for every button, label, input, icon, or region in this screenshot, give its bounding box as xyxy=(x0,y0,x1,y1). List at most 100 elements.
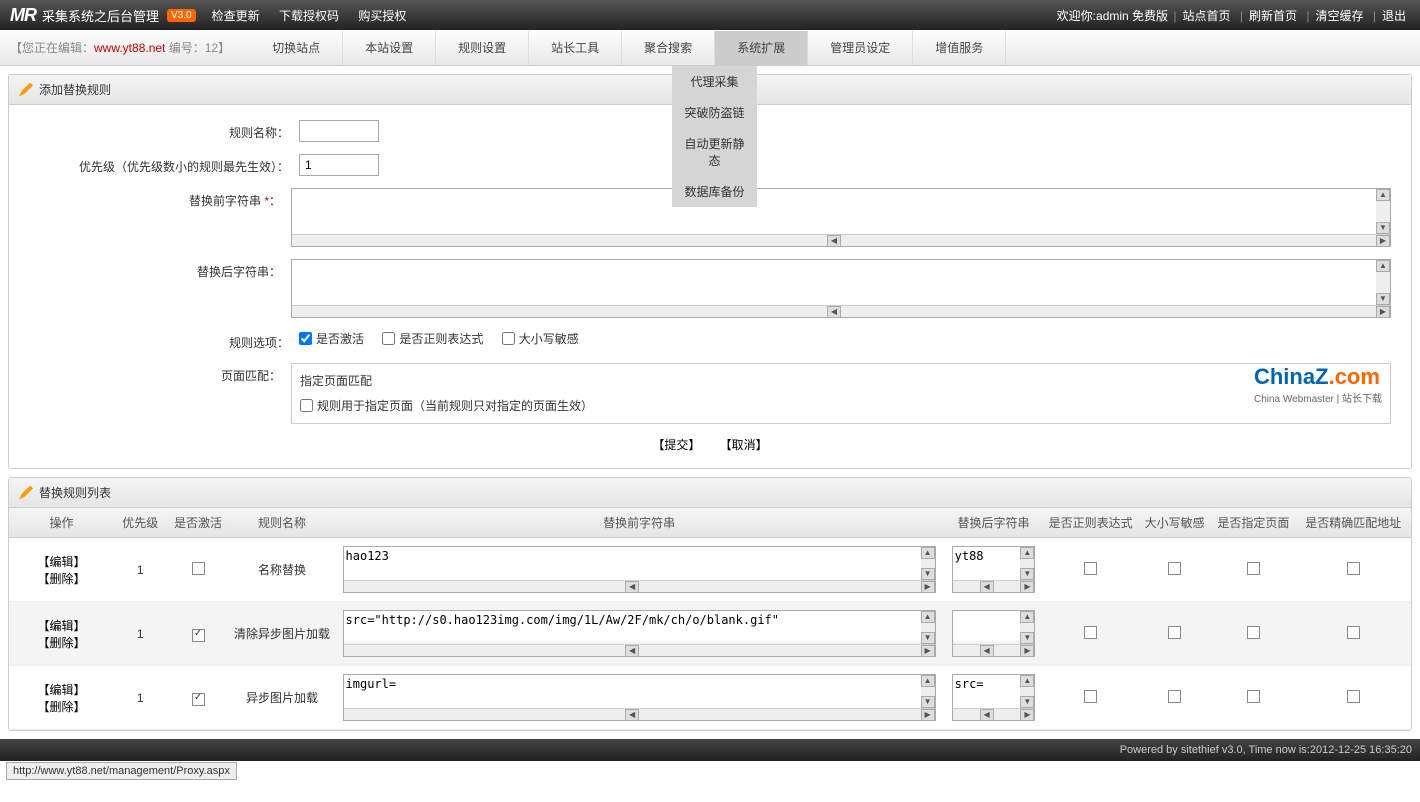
th-name: 规则名称 xyxy=(230,508,335,538)
tab-site-settings[interactable]: 本站设置 xyxy=(343,31,436,65)
dropdown-proxy[interactable]: 代理采集 xyxy=(672,66,757,97)
panel-title: 添加替换规则 xyxy=(39,81,111,98)
checkbox-active[interactable] xyxy=(299,332,312,345)
regex-checkbox[interactable] xyxy=(1084,562,1097,575)
rule-table: 操作 优先级 是否激活 规则名称 替换前字符串 替换后字符串 是否正则表达式 大… xyxy=(9,508,1411,730)
label-pagematch: 页面匹配： xyxy=(29,363,291,384)
label-rule-name: 规则名称： xyxy=(29,120,299,141)
tab-admin-settings[interactable]: 管理员设定 xyxy=(808,31,913,65)
tab-aggregate-search[interactable]: 聚合搜索 xyxy=(622,31,715,65)
label-options: 规则选项： xyxy=(29,330,299,351)
dropdown-autostatic[interactable]: 自动更新静态 xyxy=(672,128,757,176)
edit-link[interactable]: 【编辑】 xyxy=(38,683,86,697)
editing-info: 【您正在编辑：www.yt88.net 编号：12】 xyxy=(10,39,230,56)
after-textarea[interactable] xyxy=(292,260,1390,302)
submit-button[interactable]: 【提交】 xyxy=(652,438,700,452)
regex-checkbox[interactable] xyxy=(1084,690,1097,703)
regex-checkbox[interactable] xyxy=(1084,626,1097,639)
th-exact: 是否精确匹配地址 xyxy=(1295,508,1411,538)
chinaz-logo: ChinaZ.com China Webmaster | 站长下载 xyxy=(1254,364,1382,405)
active-checkbox[interactable] xyxy=(192,629,205,642)
editing-site: www.yt88.net xyxy=(94,41,165,55)
th-page: 是否指定页面 xyxy=(1211,508,1295,538)
table-row: 【编辑】 【删除】1异步图片加载imgurl=▲▼◀▶src=▲▼◀▶ xyxy=(9,666,1411,730)
top-right: 欢迎你:admin 免费版 |站点首页 |刷新首页 |清空缓存 |退出 xyxy=(1057,7,1410,24)
case-checkbox[interactable] xyxy=(1168,562,1181,575)
label-before: 替换前字符串 *： xyxy=(29,188,291,209)
page-checkbox[interactable] xyxy=(1247,626,1260,639)
tab-switch-site[interactable]: 切换站点 xyxy=(250,31,343,65)
label-after: 替换后字符串： xyxy=(29,259,291,280)
page-checkbox[interactable] xyxy=(1247,562,1260,575)
exact-checkbox[interactable] xyxy=(1347,562,1360,575)
version-badge: V3.0 xyxy=(167,9,196,22)
th-before: 替换前字符串 xyxy=(335,508,944,538)
scroll-up-icon[interactable]: ▲ xyxy=(1376,189,1390,201)
delete-link[interactable]: 【删除】 xyxy=(38,636,86,650)
cell-priority: 1 xyxy=(114,602,167,666)
rule-list-panel: 替换规则列表 操作 优先级 是否激活 规则名称 替换前字符串 替换后字符串 是否… xyxy=(8,477,1412,731)
delete-link[interactable]: 【删除】 xyxy=(38,700,86,714)
before-cell-textarea[interactable]: imgurl= xyxy=(344,675,935,705)
before-cell-textarea[interactable]: hao123 xyxy=(344,547,935,577)
system-extension-dropdown: 代理采集 突破防盗链 自动更新静态 数据库备份 xyxy=(672,66,757,207)
cell-priority: 1 xyxy=(114,538,167,602)
app-title: 采集系统之后台管理 xyxy=(42,6,159,25)
tab-value-added[interactable]: 增值服务 xyxy=(913,31,1006,65)
th-op: 操作 xyxy=(9,508,114,538)
th-active: 是否激活 xyxy=(167,508,230,538)
active-checkbox[interactable] xyxy=(192,693,205,706)
status-url: http://www.yt88.net/management/Proxy.asp… xyxy=(6,762,237,780)
cell-name: 名称替换 xyxy=(230,538,335,602)
panel-title: 替换规则列表 xyxy=(39,484,111,501)
tab-system-extension[interactable]: 系统扩展 xyxy=(715,31,808,65)
checkbox-case[interactable] xyxy=(502,332,515,345)
exact-checkbox[interactable] xyxy=(1347,690,1360,703)
checkbox-pagematch[interactable] xyxy=(300,399,313,412)
checkbox-regex[interactable] xyxy=(382,332,395,345)
edit-link[interactable]: 【编辑】 xyxy=(38,619,86,633)
priority-input[interactable] xyxy=(299,154,379,176)
th-case: 大小写敏感 xyxy=(1138,508,1212,538)
check-update-link[interactable]: 检查更新 xyxy=(212,9,260,23)
navbar: 【您正在编辑：www.yt88.net 编号：12】 切换站点 本站设置 规则设… xyxy=(0,30,1420,66)
case-checkbox[interactable] xyxy=(1168,626,1181,639)
th-after: 替换后字符串 xyxy=(944,508,1044,538)
table-row: 【编辑】 【删除】 1 清除异步图片加载 src="http://s0.hao123i… xyxy=(9,602,1411,666)
download-license-link[interactable]: 下载授权码 xyxy=(279,9,339,23)
username: admin xyxy=(1096,9,1129,23)
before-textarea[interactable] xyxy=(292,189,1390,231)
logout-link[interactable]: 退出 xyxy=(1382,9,1406,23)
case-checkbox[interactable] xyxy=(1168,690,1181,703)
rule-name-input[interactable] xyxy=(299,120,379,142)
edit-link[interactable]: 【编辑】 xyxy=(38,555,86,569)
before-cell-textarea[interactable]: src="http://s0.hao123img.com/img/1L/Aw/2… xyxy=(344,611,935,641)
th-regex: 是否正则表达式 xyxy=(1043,508,1138,538)
tab-rule-settings[interactable]: 规则设置 xyxy=(436,31,529,65)
scroll-down-icon[interactable]: ▼ xyxy=(1376,222,1390,234)
scroll-right-icon[interactable]: ▶ xyxy=(1376,235,1390,247)
cell-name: 异步图片加载 xyxy=(230,666,335,730)
site-home-link[interactable]: 站点首页 xyxy=(1183,9,1231,23)
buy-license-link[interactable]: 购买授权 xyxy=(358,9,406,23)
tab-webmaster-tools[interactable]: 站长工具 xyxy=(529,31,622,65)
clear-cache-link[interactable]: 清空缓存 xyxy=(1316,9,1364,23)
cell-priority: 1 xyxy=(114,666,167,730)
pencil-icon xyxy=(19,83,33,97)
dropdown-dbbackup[interactable]: 数据库备份 xyxy=(672,176,757,207)
logo: MR xyxy=(10,5,36,26)
scroll-left-icon[interactable]: ◀ xyxy=(827,235,841,247)
dropdown-antileech[interactable]: 突破防盗链 xyxy=(672,97,757,128)
label-priority: 优先级（优先级数小的规则最先生效）： xyxy=(29,154,299,175)
cancel-button[interactable]: 【取消】 xyxy=(720,438,768,452)
delete-link[interactable]: 【删除】 xyxy=(38,572,86,586)
pencil-icon xyxy=(19,486,33,500)
top-links: 检查更新 下载授权码 购买授权 xyxy=(204,7,415,24)
page-checkbox[interactable] xyxy=(1247,690,1260,703)
before-textarea-wrap: ▲ ▼ ◀ ▶ xyxy=(291,188,1391,247)
refresh-link[interactable]: 刷新首页 xyxy=(1249,9,1297,23)
pagematch-title: 指定页面匹配 xyxy=(300,372,1382,389)
exact-checkbox[interactable] xyxy=(1347,626,1360,639)
cell-name: 清除异步图片加载 xyxy=(230,602,335,666)
active-checkbox[interactable] xyxy=(192,562,205,575)
